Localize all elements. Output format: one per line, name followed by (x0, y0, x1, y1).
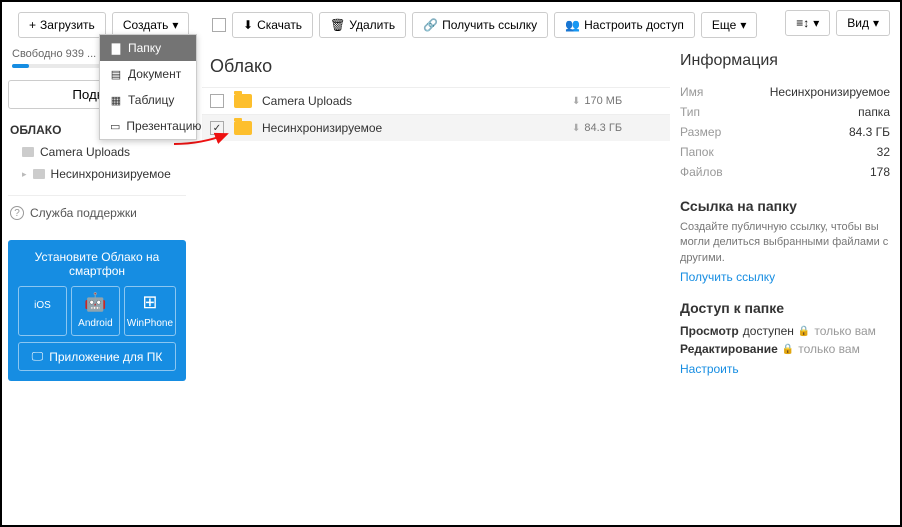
info-val: 32 (877, 145, 890, 159)
lock-icon: 🔒 (798, 326, 810, 337)
download-icon: ⬇ (243, 18, 253, 32)
file-row[interactable]: ✓ Несинхронизируемое ⬇ 84.3 ГБ (202, 114, 670, 141)
create-dropdown: ▇ Папку ▤ Документ ▦ Таблицу ▭ Презентац… (99, 34, 197, 140)
support-link[interactable]: ? Служба поддержки (8, 195, 186, 230)
file-size: ⬇ 84.3 ГБ (572, 122, 662, 134)
dropdown-label: Документ (128, 67, 181, 81)
caret-down-icon: ▾ (740, 18, 746, 32)
getlink-link[interactable]: Получить ссылку (680, 270, 775, 284)
access-heading: Доступ к папке (680, 300, 890, 316)
row-checkbox[interactable] (210, 94, 224, 108)
info-key: Файлов (680, 165, 723, 179)
info-heading: Информация (680, 52, 890, 70)
dropdown-item-presentation[interactable]: ▭ Презентацию (100, 113, 196, 139)
presentation-icon: ▭ (110, 120, 120, 133)
trash-icon: 🗑 (330, 18, 345, 32)
link-heading: Ссылка на папку (680, 198, 890, 214)
file-name: Camera Uploads (262, 94, 562, 108)
promo-label: WinPhone (127, 318, 173, 329)
table-icon: ▦ (110, 94, 122, 107)
dropdown-label: Папку (128, 41, 161, 55)
btn-label: Вид (847, 16, 869, 30)
more-button[interactable]: Еще ▾ (701, 12, 757, 38)
btn-label: Получить ссылку (442, 18, 537, 32)
getlink-button[interactable]: 🔗 Получить ссылку (412, 12, 548, 38)
info-key: Тип (680, 105, 700, 119)
tree-label: Camera Uploads (40, 145, 130, 159)
info-key: Размер (680, 125, 721, 139)
link-icon: 🔗 (423, 18, 438, 32)
promo-label: Android (78, 318, 112, 329)
dropdown-label: Таблицу (128, 93, 174, 107)
access-view: Просмотр доступен 🔒 только вам (680, 322, 890, 340)
page-title: Облако (202, 42, 670, 87)
dropdown-item-table[interactable]: ▦ Таблицу (100, 87, 196, 113)
promo-android[interactable]: 🤖 Android (71, 286, 120, 336)
access-edit: Редактирование 🔒 только вам (680, 340, 890, 358)
info-val: 84.3 ГБ (849, 125, 890, 139)
file-row[interactable]: Camera Uploads ⬇ 170 МБ (202, 87, 670, 114)
select-all-checkbox[interactable] (212, 18, 226, 32)
row-checkbox[interactable]: ✓ (210, 121, 224, 135)
storage-text: Свободно 939 ... (12, 48, 96, 60)
view-button[interactable]: Вид ▾ (836, 10, 890, 36)
info-key: Папок (680, 145, 714, 159)
delete-button[interactable]: 🗑 Удалить (319, 12, 406, 38)
folder-icon (22, 147, 34, 157)
btn-label: Настроить доступ (584, 18, 684, 32)
lock-icon: 🔒 (782, 344, 794, 355)
tree-label: Несинхронизируемое (51, 167, 171, 181)
configure-link[interactable]: Настроить (680, 362, 739, 376)
share-button[interactable]: 👥 Настроить доступ (554, 12, 695, 38)
download-icon: ⬇ (572, 123, 580, 134)
download-button[interactable]: ⬇ Скачать (232, 12, 313, 38)
btn-label: Скачать (257, 18, 302, 32)
info-key: Имя (680, 85, 703, 99)
dropdown-label: Презентацию (126, 119, 201, 133)
upload-label: Загрузить (40, 18, 95, 32)
dropdown-item-document[interactable]: ▤ Документ (100, 61, 196, 87)
promo-box: Установите Облако на смартфон iOS 🤖 Andr… (8, 240, 186, 381)
info-val: 178 (870, 165, 890, 179)
folder-icon (33, 169, 45, 179)
promo-ios[interactable]: iOS (18, 286, 67, 336)
sort-button[interactable]: ≡↕ ▾ (785, 10, 830, 36)
caret-down-icon: ▾ (172, 18, 178, 32)
folder-icon: ▇ (110, 42, 122, 55)
promo-winphone[interactable]: ⊞ WinPhone (124, 286, 176, 336)
download-icon: ⬇ (572, 96, 580, 107)
support-label: Служба поддержки (30, 206, 137, 220)
caret-down-icon: ▾ (813, 16, 819, 30)
btn-label: Еще (712, 18, 736, 32)
collapse-icon: ▸ (22, 169, 27, 180)
monitor-icon: 🖵 (32, 349, 44, 364)
upload-button[interactable]: + Загрузить (18, 12, 106, 38)
tree-item[interactable]: ▸ Несинхронизируемое (8, 163, 186, 185)
info-panel: Информация Имя Несинхронизируемое Тип папк… (680, 52, 890, 376)
link-desc: Создайте публичную ссылку, чтобы вы могл… (680, 220, 890, 266)
plus-icon: + (29, 18, 36, 32)
info-val: Несинхронизируемое (770, 85, 890, 99)
windows-icon: ⊞ (127, 293, 173, 311)
promo-title: Установите Облако на смартфон (18, 250, 176, 278)
people-icon: 👥 (565, 18, 580, 32)
promo-pc[interactable]: 🖵 Приложение для ПК (18, 342, 176, 371)
folder-icon (234, 121, 252, 135)
file-size: ⬇ 170 МБ (572, 95, 662, 107)
create-label: Создать (123, 18, 169, 32)
info-val: папка (858, 105, 890, 119)
btn-label: Удалить (349, 18, 395, 32)
promo-pc-label: Приложение для ПК (49, 350, 162, 364)
sort-icon: ≡↕ (796, 16, 809, 30)
file-name: Несинхронизируемое (262, 121, 562, 135)
caret-down-icon: ▾ (873, 16, 879, 30)
tree-item[interactable]: Camera Uploads (8, 141, 186, 163)
dropdown-item-folder[interactable]: ▇ Папку (100, 35, 196, 61)
help-icon: ? (10, 206, 24, 220)
document-icon: ▤ (110, 68, 122, 81)
promo-label: iOS (34, 300, 51, 311)
folder-icon (234, 94, 252, 108)
android-icon: 🤖 (74, 293, 117, 311)
